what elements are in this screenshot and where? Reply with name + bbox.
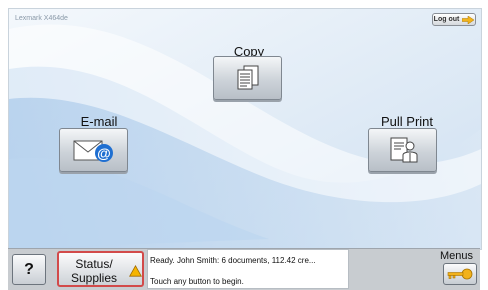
status-label-line2: Supplies xyxy=(70,271,118,285)
pull-print-person-icon xyxy=(390,137,417,163)
menus-label: Menus xyxy=(440,250,474,262)
pull-print-button[interactable] xyxy=(368,128,437,172)
status-label-line1: Status/ xyxy=(75,257,113,271)
home-screen: Lexmark X464de Log out Copy E-mail @ Pul xyxy=(8,8,482,250)
menus-button[interactable] xyxy=(443,263,477,285)
printer-model-label: Lexmark X464de xyxy=(15,15,68,22)
status-message-line1: Ready. John Smith: 6 documents, 112.42 c… xyxy=(150,256,316,265)
key-icon xyxy=(447,268,473,280)
logout-label: Log out xyxy=(433,16,460,23)
arrow-right-icon xyxy=(462,15,475,24)
email-envelope-icon: @ xyxy=(73,140,113,162)
copy-document-icon xyxy=(237,65,258,90)
copy-button[interactable] xyxy=(213,56,282,100)
status-message-line2: Touch any button to begin. xyxy=(150,277,244,286)
svg-text:@: @ xyxy=(97,145,111,161)
pull-print-label: Pull Print xyxy=(380,114,434,129)
warning-triangle-icon xyxy=(129,265,142,277)
status-message-panel: Ready. John Smith: 6 documents, 112.42 c… xyxy=(147,249,349,289)
help-button[interactable]: ? xyxy=(12,254,46,285)
logout-button[interactable]: Log out xyxy=(432,13,476,26)
email-label: E-mail xyxy=(80,114,118,129)
status-supplies-button[interactable]: Status/ Supplies xyxy=(57,251,144,287)
status-supplies-label: Status/ Supplies xyxy=(65,257,123,285)
email-button[interactable]: @ xyxy=(59,128,128,172)
